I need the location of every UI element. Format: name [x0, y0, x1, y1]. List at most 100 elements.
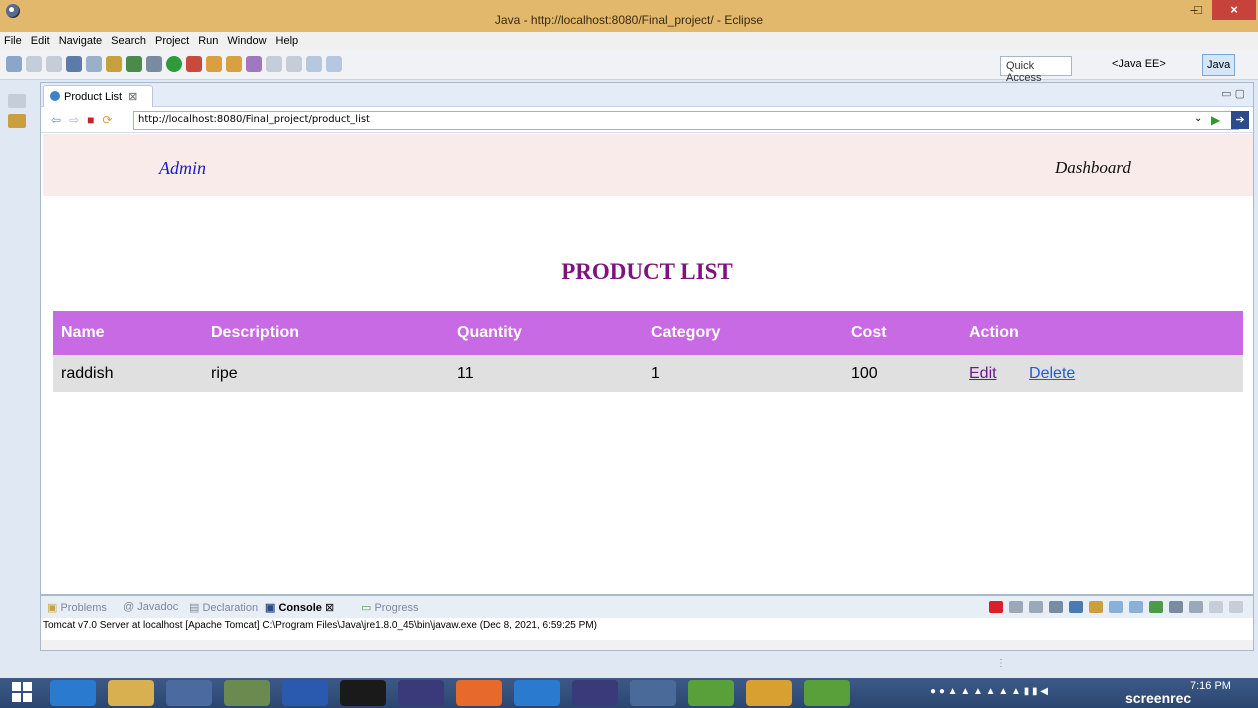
save-icon[interactable] — [26, 56, 42, 72]
remove-all-icon[interactable] — [1029, 601, 1043, 613]
close-tab-icon[interactable]: ⊠ — [128, 91, 137, 103]
menu-edit[interactable]: Edit — [31, 35, 50, 47]
perspective-java-ee[interactable]: <Java EE> — [1112, 58, 1166, 70]
debug-icon[interactable] — [146, 56, 162, 72]
quick-access-input[interactable]: Quick Access — [1000, 56, 1072, 84]
close-console-icon[interactable]: ⊠ — [325, 602, 334, 614]
system-tray[interactable]: ● ● ▲ ▲ ▲ ▲ ▲ ▲ ▮ ▮ ◀ — [930, 686, 1048, 697]
remove-launch-icon[interactable] — [1009, 601, 1023, 613]
col-action: Action — [961, 311, 1243, 355]
javadoc-icon: @ — [123, 601, 135, 613]
forward-icon[interactable] — [326, 56, 342, 72]
url-input[interactable]: http://localhost:8080/Final_project/prod… — [133, 111, 1239, 130]
perspective-java[interactable]: Java — [1202, 54, 1236, 76]
eclipse-taskbar-icon[interactable] — [398, 680, 444, 706]
ie-icon[interactable] — [50, 680, 96, 706]
forward-arrow-icon[interactable]: ⇨ — [69, 113, 79, 127]
next-annotation-icon[interactable] — [266, 56, 282, 72]
word-icon[interactable] — [282, 680, 328, 706]
window-titlebar: Java - http://localhost:8080/Final_proje… — [0, 0, 1258, 32]
new-icon[interactable] — [6, 56, 22, 72]
open-folder-icon[interactable] — [206, 56, 222, 72]
paint-icon[interactable] — [224, 680, 270, 706]
delete-link[interactable]: Delete — [1029, 365, 1075, 382]
menu-project[interactable]: Project — [155, 35, 189, 47]
close-button[interactable]: × — [1212, 0, 1256, 20]
start-button[interactable] — [12, 682, 32, 702]
cell-cost: 100 — [843, 355, 961, 392]
menu-file[interactable]: File — [4, 35, 22, 47]
tab-progress[interactable]: ▭ Progress — [361, 601, 419, 614]
tab-problems[interactable]: ▣ Problems — [47, 601, 107, 614]
tab-javadoc[interactable]: @ Javadoc — [123, 601, 178, 613]
terminate-icon[interactable] — [989, 601, 1003, 613]
back-arrow-icon[interactable]: ⇦ — [51, 113, 61, 127]
menu-run[interactable]: Run — [198, 35, 218, 47]
back-icon[interactable] — [306, 56, 322, 72]
console-scrollbar[interactable] — [41, 640, 1253, 650]
eclipse-2-icon[interactable] — [572, 680, 618, 706]
refresh-page-icon[interactable]: ⟳ — [102, 113, 112, 127]
taskbar-tool-icon[interactable] — [630, 680, 676, 706]
col-cost: Cost — [843, 311, 961, 355]
open-type-icon[interactable] — [106, 56, 122, 72]
skip-breakpoints-icon[interactable] — [86, 56, 102, 72]
cmd-icon[interactable] — [340, 680, 386, 706]
col-description: Description — [203, 311, 449, 355]
start-pane-icon — [23, 693, 32, 702]
clock[interactable]: 7:16 PM — [1190, 680, 1231, 692]
package-explorer-icon[interactable] — [8, 114, 26, 128]
start-pane-icon — [12, 682, 21, 691]
refresh-icon[interactable] — [126, 56, 142, 72]
menu-help[interactable]: Help — [276, 35, 299, 47]
open-project-icon[interactable] — [226, 56, 242, 72]
chrome-icon[interactable] — [746, 680, 792, 706]
maximize-view-icon[interactable] — [1229, 601, 1243, 613]
word-wrap-icon[interactable] — [1089, 601, 1103, 613]
spring-icon[interactable] — [688, 680, 734, 706]
new-console-icon[interactable] — [1189, 601, 1203, 613]
table-row: raddish ripe 11 1 100 Edit Delete — [53, 355, 1243, 392]
maximize-button[interactable]: □ — [1186, 0, 1210, 20]
minimize-view-icon[interactable] — [1209, 601, 1223, 613]
show-stderr-icon[interactable] — [1129, 601, 1143, 613]
run-icon[interactable] — [166, 56, 182, 72]
open-external-icon[interactable]: ➔ — [1231, 111, 1249, 129]
tab-product-list[interactable]: Product List ⊠ — [43, 85, 153, 107]
tab-console[interactable]: ▣ Console ⊠ — [265, 601, 334, 614]
spring-2-icon[interactable] — [804, 680, 850, 706]
window-title: Java - http://localhost:8080/Final_proje… — [494, 13, 764, 27]
toolbar-icons — [6, 56, 342, 72]
taskbar-app-icon[interactable] — [166, 680, 212, 706]
clear-console-icon[interactable] — [1049, 601, 1063, 613]
firefox-icon[interactable] — [456, 680, 502, 706]
menu-search[interactable]: Search — [111, 35, 146, 47]
go-icon[interactable]: ▶ — [1211, 113, 1220, 127]
dashboard-link[interactable]: Dashboard — [1055, 158, 1131, 178]
menu-navigate[interactable]: Navigate — [59, 35, 102, 47]
admin-brand[interactable]: Admin — [159, 158, 206, 179]
url-dropdown-icon[interactable]: ⌄ — [1194, 113, 1202, 124]
save-all-icon[interactable] — [46, 56, 62, 72]
prev-annotation-icon[interactable] — [286, 56, 302, 72]
pen-icon[interactable] — [246, 56, 262, 72]
menu-window[interactable]: Window — [227, 35, 266, 47]
restore-icon[interactable] — [8, 94, 26, 108]
declaration-icon: ▤ — [189, 602, 200, 614]
tab-declaration[interactable]: ▤ Declaration — [189, 601, 258, 614]
vscode-icon[interactable] — [514, 680, 560, 706]
console-view: ▣ Problems @ Javadoc ▤ Declaration ▣ Con… — [40, 595, 1254, 651]
progress-icon: ▭ — [361, 602, 372, 614]
tab-problems-label: Problems — [60, 602, 107, 614]
edit-link[interactable]: Edit — [969, 365, 997, 382]
stop-icon[interactable]: ■ — [87, 113, 94, 127]
show-stdout-icon[interactable] — [1109, 601, 1123, 613]
external-tools-icon[interactable] — [186, 56, 202, 72]
console-icon[interactable] — [66, 56, 82, 72]
scroll-lock-icon[interactable] — [1069, 601, 1083, 613]
file-explorer-icon[interactable] — [108, 680, 154, 706]
display-console-icon[interactable] — [1169, 601, 1183, 613]
pin-console-icon[interactable] — [1149, 601, 1163, 613]
editor-window-controls[interactable]: ▭ ▢ — [1221, 87, 1245, 100]
editor-tabs: Product List ⊠ ▭ ▢ — [41, 83, 1253, 107]
